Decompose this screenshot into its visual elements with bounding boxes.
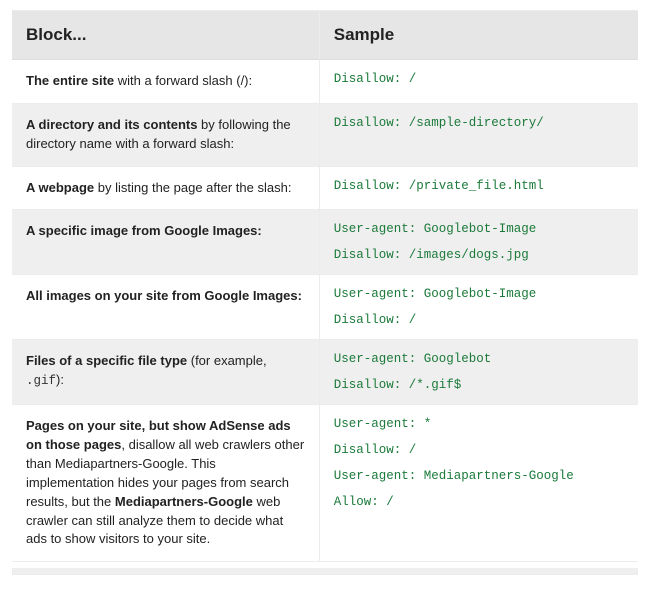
table-body: The entire site with a forward slash (/)… xyxy=(12,60,638,562)
block-description-cell: A directory and its contents by followin… xyxy=(12,104,319,167)
block-description-cell: All images on your site from Google Imag… xyxy=(12,275,319,340)
sample-code-line: Disallow: / xyxy=(334,443,624,457)
block-description-cell: A specific image from Google Images: xyxy=(12,210,319,275)
description-bold-text: Files of a specific file type xyxy=(26,353,187,368)
table-row: Files of a specific file type (for examp… xyxy=(12,340,638,405)
sample-code-line: Allow: / xyxy=(334,495,624,509)
table-row: A specific image from Google Images: User… xyxy=(12,210,638,275)
sample-code-line: User-agent: Googlebot-Image xyxy=(334,222,624,236)
sample-code-line: User-agent: * xyxy=(334,417,624,431)
sample-code-cell: Disallow: /private_file.html xyxy=(319,167,638,211)
block-description-cell: Files of a specific file type (for examp… xyxy=(12,340,319,405)
sample-code-line: User-agent: Googlebot xyxy=(334,352,624,366)
inline-code: .gif xyxy=(26,374,56,388)
description-text: ): xyxy=(56,372,64,387)
sample-code-cell: Disallow: / xyxy=(319,60,638,104)
description-bold-text: A directory and its contents xyxy=(26,117,197,132)
block-description-cell: A webpage by listing the page after the … xyxy=(12,167,319,211)
block-description-cell: The entire site with a forward slash (/)… xyxy=(12,60,319,104)
description-text: with a forward slash (/): xyxy=(114,73,252,88)
description-bold-text: A specific image from Google Images: xyxy=(26,223,262,238)
table-row: The entire site with a forward slash (/)… xyxy=(12,60,638,104)
sample-code-line: Disallow: /private_file.html xyxy=(334,179,624,193)
sample-code-line: Disallow: / xyxy=(334,313,624,327)
table-row: Pages on your site, but show AdSense ads… xyxy=(12,405,638,562)
sample-code-cell: User-agent: * Disallow: / User-agent: Medi… xyxy=(319,405,638,562)
page-container: Block... Sample The entire site with a f… xyxy=(0,0,650,585)
description-bold-text: The entire site xyxy=(26,73,114,88)
sample-code-line: Disallow: /*.gif$ xyxy=(334,378,624,392)
sample-code-cell: User-agent: Googlebot Disallow: /*.gif$ xyxy=(319,340,638,405)
block-description-cell: Pages on your site, but show AdSense ads… xyxy=(12,405,319,562)
sample-code-line: Disallow: /images/dogs.jpg xyxy=(334,248,624,262)
sample-code-cell: Disallow: /sample-directory/ xyxy=(319,104,638,167)
description-bold-text: Mediapartners-Google xyxy=(115,494,253,509)
description-bold-text: All images on your site from Google Imag… xyxy=(26,288,302,303)
table-header-sample: Sample xyxy=(319,11,638,60)
sample-code-cell: User-agent: Googlebot-Image Disallow: /im… xyxy=(319,210,638,275)
table-row: A directory and its contents by followin… xyxy=(12,104,638,167)
sample-code-line: Disallow: / xyxy=(334,72,624,86)
description-text: by listing the page after the slash: xyxy=(94,180,291,195)
description-text: (for example, xyxy=(187,353,266,368)
sample-code-line: Disallow: /sample-directory/ xyxy=(334,116,624,130)
sample-code-line: User-agent: Googlebot-Image xyxy=(334,287,624,301)
sample-code-line: User-agent: Mediapartners-Google xyxy=(334,469,624,483)
table-header-row: Block... Sample xyxy=(12,11,638,60)
table-row: A webpage by listing the page after the … xyxy=(12,167,638,211)
table-footer-bar xyxy=(12,568,638,575)
table-header-block: Block... xyxy=(12,11,319,60)
table-row: All images on your site from Google Imag… xyxy=(12,275,638,340)
robots-rules-table: Block... Sample The entire site with a f… xyxy=(12,10,638,562)
description-bold-text: A webpage xyxy=(26,180,94,195)
sample-code-cell: User-agent: Googlebot-Image Disallow: / xyxy=(319,275,638,340)
